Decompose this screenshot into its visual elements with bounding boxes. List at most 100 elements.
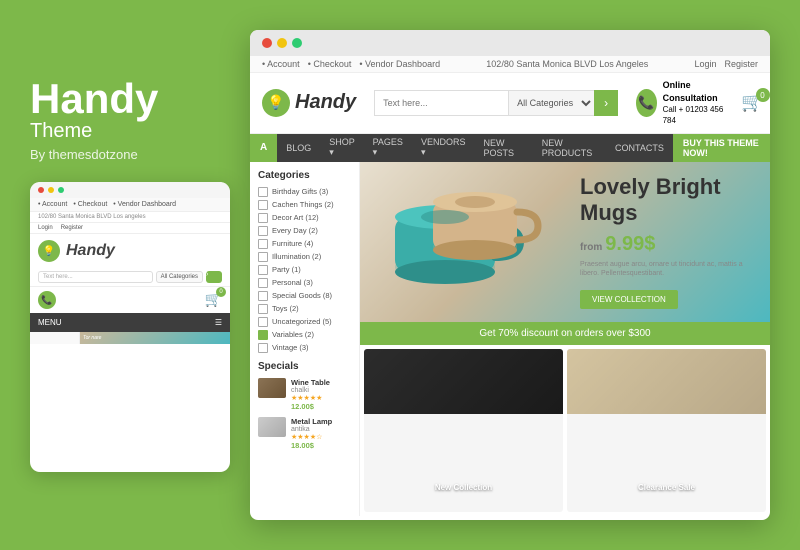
mobile-consult-text: Online Consultation Call + 0123 456 789 [62,294,129,307]
brand-title: Handy [30,78,250,120]
product-label-new-collection: New Collection [364,483,563,492]
nav-vendors[interactable]: VENDORS ▾ [412,134,475,162]
nav-cta[interactable]: BUY THIS THEME NOW! [673,134,770,162]
cat-furniture[interactable]: Furniture (4) [258,239,351,249]
site-body: Categories Birthday Gifts (3) Cachen Thi… [250,162,770,516]
mobile-nav-vendor[interactable]: • Vendor Dashboard [113,201,176,208]
browser-dot-yellow [277,38,287,48]
nav-contacts[interactable]: CONTACTS [606,134,673,162]
mobile-mockup: • Account • Checkout • Vendor Dashboard … [30,182,230,472]
site-logo-text: Handy [295,91,356,114]
special-wine-table[interactable]: Wine Table chalki ★★★★★ 12.00$ [258,378,351,411]
product-new-collection[interactable]: New Collection [364,349,563,512]
mobile-search-row: Text here... All Categories › [30,268,230,286]
mobile-dot-green [58,187,64,193]
mobile-cart-badge[interactable]: 🛒 0 [205,291,222,309]
hero-title: Lovely BrightMugs [580,174,750,227]
topbar-checkout[interactable]: • Checkout [308,59,352,69]
cat-uncategorized[interactable]: Uncategorized (5) [258,317,351,327]
site-header: 💡 Handy All Categories › 📞 Online Consul… [250,73,770,134]
brand-subtitle: Theme [30,120,250,143]
product-img-clearance [567,349,766,414]
hero-content: Lovely BrightMugs from 9.99$ Praesent au… [560,162,770,322]
site-nav-home[interactable]: A [250,134,277,162]
cat-personal[interactable]: Personal (3) [258,278,351,288]
mobile-dot-yellow [48,187,54,193]
hero-desc: Praesent augue arcu, ornare ut tincidunt… [580,260,750,280]
cat-party[interactable]: Party (1) [258,265,351,275]
nav-shop[interactable]: SHOP ▾ [320,134,363,162]
cat-illumination[interactable]: Illumination (2) [258,252,351,262]
right-panel: • Account • Checkout • Vendor Dashboard … [250,30,770,520]
mobile-search-input[interactable]: Text here... [38,271,153,283]
mobile-search-dropdown[interactable]: All Categories [156,271,203,283]
site-search-input[interactable] [374,90,508,116]
mobile-logo-text: Handy [66,242,115,260]
nav-pages[interactable]: PAGES ▾ [364,134,412,162]
mobile-nav-account[interactable]: • Account [38,201,67,208]
mobile-logo-icon: 💡 [38,240,60,262]
site-logo[interactable]: 💡 Handy [262,89,356,117]
nav-blog[interactable]: BLOG [277,134,320,162]
mobile-search-button[interactable]: › [206,271,222,283]
browser-dot-green [292,38,302,48]
topbar-vendor[interactable]: • Vendor Dashboard [359,59,440,69]
mobile-login-row: Login Register [30,223,230,234]
cat-everyday[interactable]: Every Day (2) [258,226,351,236]
site-topbar-left: • Account • Checkout • Vendor Dashboard [262,59,440,69]
mobile-register[interactable]: Register [61,225,83,231]
mobile-menu-bar[interactable]: MENU ☰ [30,313,230,332]
cat-variables[interactable]: Variables (2) [258,330,351,340]
cat-vintage[interactable]: Vintage (3) [258,343,351,353]
mobile-logo-area: 💡 Handy [30,234,230,268]
products-preview: New Collection Clearance Sale [360,345,770,516]
cat-birthday[interactable]: Birthday Gifts (3) [258,187,351,197]
mobile-menu-label: MENU [38,318,62,327]
cat-special[interactable]: Special Goods (8) [258,291,351,301]
special-metal-lamp[interactable]: Metal Lamp antika ★★★★☆ 18.00$ [258,417,351,450]
site-search: All Categories › [374,90,618,116]
site-nav: A BLOG SHOP ▾ PAGES ▾ VENDORS ▾ NEW POST… [250,134,770,162]
mobile-content: Tor nare [30,332,230,344]
site-search-button[interactable]: › [594,90,618,116]
cat-cachen[interactable]: Cachen Things (2) [258,200,351,210]
special-lamp-info: Metal Lamp antika ★★★★☆ 18.00$ [291,417,332,450]
special-lamp-thumb [258,417,286,437]
mobile-preview-label: Tor nare [80,332,230,344]
cat-decor[interactable]: Decor Art (12) [258,213,351,223]
mobile-consult-row: 📞 Online Consultation Call + 0123 456 78… [30,286,230,313]
topbar-address: 102/80 Santa Monica BLVD Los Angeles [486,59,648,69]
site-consult: 📞 Online Consultation Call + 01203 456 7… [636,79,725,127]
sidebar-specials: Specials Wine Table chalki ★★★★★ 12.00$ … [258,361,351,450]
site-cart[interactable]: 🛒 0 [741,92,763,113]
mobile-top-bar [30,182,230,198]
browser-top [250,30,770,56]
nav-new-posts[interactable]: NEW POSTS [474,134,532,162]
product-clearance[interactable]: Clearance Sale [567,349,766,512]
special-wine-thumb [258,378,286,398]
site-phone-icon: 📞 [636,89,656,117]
topbar-account[interactable]: • Account [262,59,300,69]
brand-by: By themesdotzone [30,147,250,162]
special-wine-info: Wine Table chalki ★★★★★ 12.00$ [291,378,330,411]
mobile-dot-red [38,187,44,193]
site-logo-icon: 💡 [262,89,290,117]
mobile-nav: • Account • Checkout • Vendor Dashboard [30,198,230,212]
cat-toys[interactable]: Toys (2) [258,304,351,314]
site-cart-count: 0 [756,88,770,102]
site-topbar-right: Login Register [694,59,758,69]
nav-new-products[interactable]: NEW PRODUCTS [533,134,606,162]
browser-dot-red [262,38,272,48]
categories-list: Birthday Gifts (3) Cachen Things (2) Dec… [258,187,351,353]
discount-banner: Get 70% discount on orders over $300 [360,322,770,345]
view-collection-button[interactable]: VIEW COLLECTION [580,290,678,309]
site-consult-text: Online Consultation Call + 01203 456 784 [663,79,726,127]
mobile-main: Tor nare [80,332,230,344]
site-search-category[interactable]: All Categories [508,90,594,116]
site-main: Lovely BrightMugs from 9.99$ Praesent au… [360,162,770,516]
topbar-register[interactable]: Register [724,59,758,69]
mobile-login[interactable]: Login [38,225,53,231]
topbar-login[interactable]: Login [694,59,716,69]
mobile-nav-checkout[interactable]: • Checkout [73,201,107,208]
site-topbar: • Account • Checkout • Vendor Dashboard … [250,56,770,73]
